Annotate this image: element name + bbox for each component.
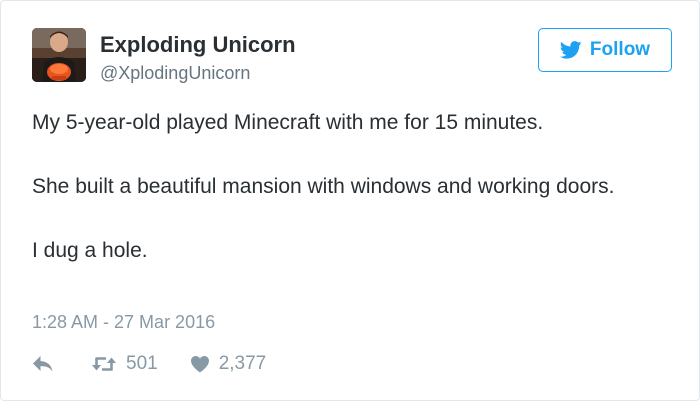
tweet-paragraph: I dug a hole. <box>32 239 148 262</box>
follow-label: Follow <box>589 39 651 60</box>
like-button[interactable]: 2,377 <box>190 353 267 375</box>
tweet-actions: 501 2,377 <box>32 351 266 377</box>
author-name[interactable]: Exploding Unicorn <box>100 31 296 59</box>
tweet-paragraph: My 5-year-old played Minecraft with me f… <box>32 111 544 134</box>
tweet-text: My 5-year-old played Minecraft with me f… <box>32 107 672 267</box>
reply-arrow-icon <box>33 356 53 372</box>
like-count: 2,377 <box>218 353 267 374</box>
retweet-icon <box>92 357 116 371</box>
avatar-image <box>32 28 86 82</box>
tweet-paragraph: She built a beautiful mansion with windo… <box>32 175 615 198</box>
tweet-timestamp[interactable]: 1:28 AM - 27 Mar 2016 <box>32 310 215 334</box>
tweet-card: Exploding Unicorn @XplodingUnicorn Follo… <box>0 0 700 401</box>
heart-icon <box>190 356 209 373</box>
follow-button[interactable]: Follow <box>538 28 672 72</box>
author-avatar[interactable] <box>32 28 86 82</box>
author-handle[interactable]: @XplodingUnicorn <box>100 61 250 85</box>
twitter-bird-icon <box>559 41 582 59</box>
retweet-count: 501 <box>126 353 158 374</box>
retweet-button[interactable]: 501 <box>91 353 158 375</box>
reply-button[interactable] <box>32 355 54 373</box>
